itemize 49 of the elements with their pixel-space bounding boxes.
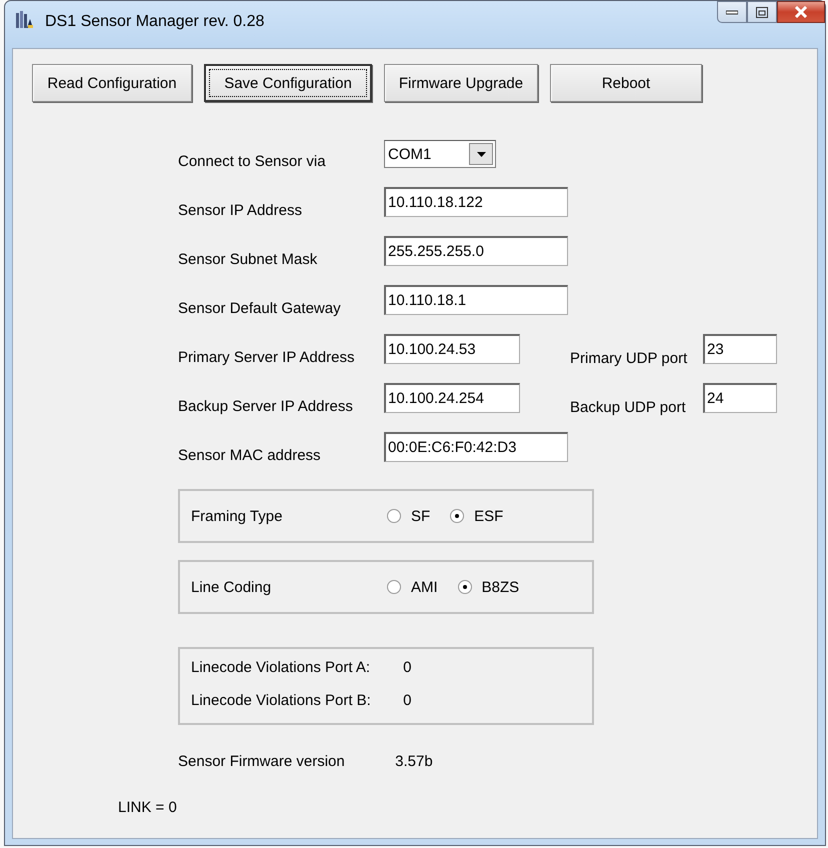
minimize-button[interactable] [717, 1, 747, 23]
field-label: Sensor Default Gateway [178, 300, 342, 318]
caret-icon [476, 152, 486, 156]
field-label: Sensor Subnet Mask [178, 251, 318, 269]
input-field[interactable]: 23 [703, 334, 777, 364]
radio-label: AMI [411, 578, 438, 596]
maximize-icon [756, 6, 768, 18]
counter-value: 0 [403, 692, 412, 709]
input-field[interactable]: 10.100.24.254 [384, 383, 520, 413]
radio-button[interactable] [387, 509, 401, 523]
counter-value: 0 [403, 659, 412, 676]
link-status: LINK = 0 [118, 799, 177, 816]
input-field[interactable]: 24 [703, 383, 777, 413]
radio-button[interactable] [458, 580, 472, 594]
radio-label: SF [411, 508, 430, 524]
toolbar-button[interactable]: Reboot [550, 64, 702, 102]
field-label: Primary UDP port [570, 350, 688, 367]
maximize-button[interactable] [747, 1, 777, 23]
connection-dropdown[interactable]: COM1 [384, 140, 496, 168]
close-button[interactable] [777, 1, 825, 23]
field-label: Primary Server IP Address [178, 349, 356, 367]
counter-label: Linecode Violations Port A: [191, 659, 372, 676]
radio-button[interactable] [450, 509, 464, 523]
group-label: Framing Type [191, 508, 284, 524]
window-title: DS1 Sensor Manager rev. 0.28 [45, 13, 264, 31]
field-label: Sensor MAC address [178, 447, 322, 465]
radio-button[interactable] [387, 580, 401, 594]
toolbar-button[interactable]: Save Configuration [204, 64, 372, 102]
firmware-label: Sensor Firmware version [178, 753, 346, 770]
input-field[interactable]: 10.110.18.1 [384, 285, 568, 315]
radio-label: B8ZS [482, 578, 520, 596]
field-label: Backup Server IP Address [178, 398, 354, 416]
dropdown-button[interactable] [469, 143, 493, 165]
radio-label: ESF [474, 508, 504, 524]
input-field[interactable]: 255.255.255.0 [384, 236, 568, 266]
input-field[interactable]: 00:0E:C6:F0:42:D3 [384, 432, 568, 462]
toolbar-button[interactable]: Read Configuration [32, 64, 192, 102]
toolbar-button[interactable]: Firmware Upgrade [384, 64, 538, 102]
counter-label: Linecode Violations Port B: [191, 692, 372, 709]
input-field[interactable]: 10.100.24.53 [384, 334, 520, 364]
minimize-icon [726, 9, 738, 15]
firmware-version: 3.57b [395, 753, 433, 770]
field-label: Backup UDP port [570, 399, 687, 416]
field-label: Sensor IP Address [178, 202, 303, 220]
group-label: Line Coding [191, 578, 272, 596]
app-icon [15, 10, 35, 30]
close-icon [794, 6, 808, 18]
input-field[interactable]: 10.110.18.122 [384, 187, 568, 217]
field-label: Connect to Sensor via [178, 153, 327, 171]
